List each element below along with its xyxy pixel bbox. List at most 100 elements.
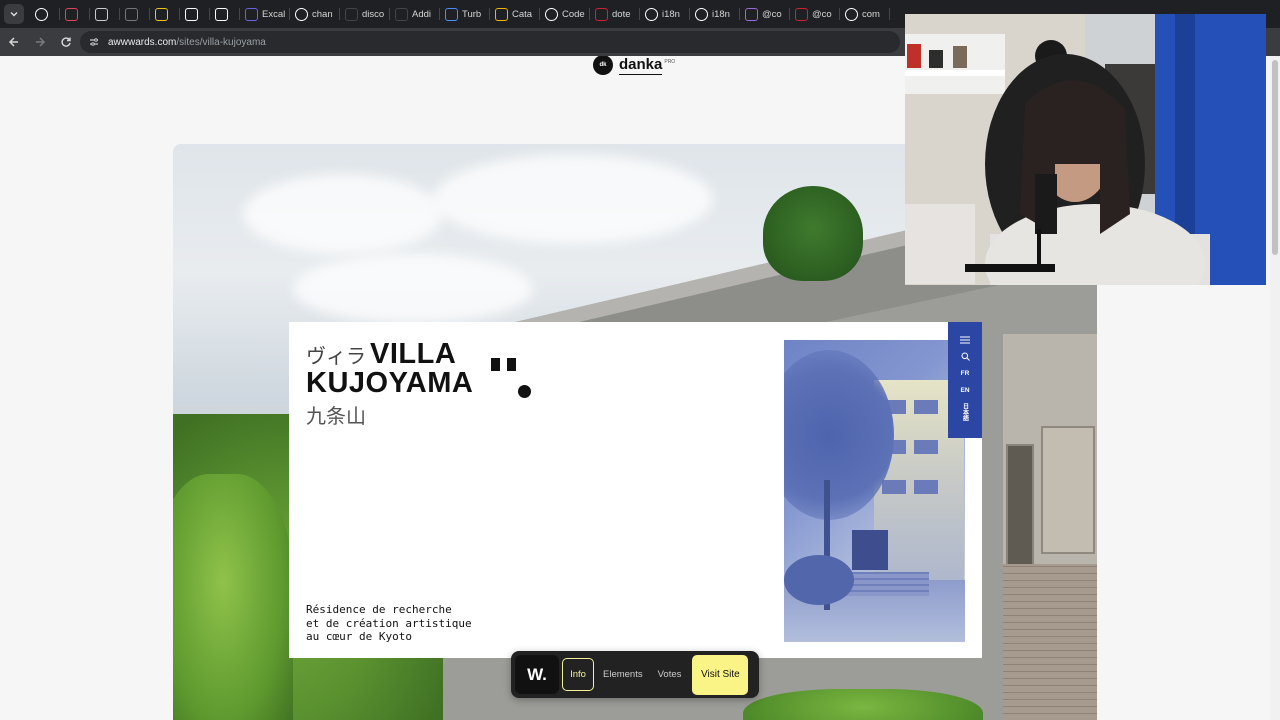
visit-site-button[interactable]: Visit Site <box>692 654 749 695</box>
lang-jp[interactable]: 日本語 <box>961 402 970 422</box>
browser-tab[interactable] <box>180 3 210 25</box>
browser-tab[interactable] <box>30 3 60 25</box>
browser-tab[interactable]: i18n <box>690 3 740 25</box>
forward-button[interactable] <box>28 30 52 54</box>
browser-tab[interactable]: com <box>840 3 890 25</box>
tab-search-button[interactable] <box>4 4 24 24</box>
lang-en[interactable]: EN <box>960 385 969 396</box>
title-line-2: KUJOYAMA <box>306 367 474 399</box>
reload-icon <box>61 37 71 47</box>
chevron-down-icon <box>10 12 18 17</box>
tab-title: i18n <box>662 8 680 20</box>
pro-badge: PRO <box>664 58 676 65</box>
site-side-nav: FR EN 日本語 <box>948 322 982 438</box>
browser-tab[interactable]: i18n <box>640 3 690 25</box>
github-icon <box>695 7 708 21</box>
trees <box>173 474 293 720</box>
tab-title: disco <box>362 8 385 20</box>
github-icon <box>35 7 48 21</box>
tab-title: Turb <box>462 8 482 20</box>
tab-list: Excal chan disco Addi Turb Cata Code dote i18n i1… <box>30 3 890 25</box>
github-icon <box>845 7 858 21</box>
building-door <box>1041 426 1095 554</box>
excalidraw-icon <box>245 7 258 21</box>
url-text: awwwards.com/sites/villa-kujoyama <box>108 37 266 48</box>
description-line: Résidence de recherche <box>306 603 452 616</box>
site-preview-card: ヴィラ VILLA KUJOYAMA 九条山 Résidence de rech… <box>289 322 982 658</box>
arrow-right-icon <box>36 37 46 47</box>
tab-title: dote <box>612 8 631 20</box>
search-button[interactable] <box>961 351 970 362</box>
app-icon <box>125 7 138 21</box>
tab-title: chan <box>312 8 333 20</box>
tab-title: @co <box>812 8 832 20</box>
info-button[interactable]: Info <box>562 658 594 691</box>
duck-icon <box>155 7 168 21</box>
url-host: awwwards.com <box>108 36 177 48</box>
tab-title: Addi <box>412 8 432 20</box>
app-icon <box>595 7 608 21</box>
lang-fr[interactable]: FR <box>961 368 970 379</box>
elements-button[interactable]: Elements <box>597 658 649 691</box>
back-button[interactable] <box>2 30 26 54</box>
scrollbar-thumb[interactable] <box>1272 60 1278 255</box>
github-icon <box>645 7 658 21</box>
app-icon <box>745 7 758 21</box>
bing-icon <box>215 7 228 21</box>
description-line: et de création artistique <box>306 616 472 630</box>
search-icon <box>961 352 970 361</box>
villa-photo <box>784 340 965 642</box>
page-scrollbar[interactable] <box>1270 56 1280 720</box>
title-kana: ヴィラ <box>306 344 366 368</box>
tab-title: Excal <box>262 8 286 20</box>
title-line-1: VILLA <box>370 338 457 370</box>
tree <box>763 186 863 281</box>
votes-button[interactable]: Votes <box>652 658 688 691</box>
awwwards-toolbar: W. Info Elements Votes Visit Site <box>511 651 759 698</box>
browser-tab[interactable] <box>90 3 120 25</box>
tab-title: com <box>862 8 880 20</box>
tab-title: Cata <box>512 8 533 20</box>
tab-title: i18n <box>712 8 730 20</box>
browser-tab[interactable]: disco <box>340 3 390 25</box>
browser-tab[interactable]: Turb <box>440 3 490 25</box>
browser-tab[interactable] <box>120 3 150 25</box>
brick-path <box>1003 564 1097 720</box>
browser-tab[interactable]: @co <box>790 3 840 25</box>
github-icon <box>545 7 558 21</box>
browser-tab[interactable]: chan <box>290 3 340 25</box>
photo-door <box>852 530 888 570</box>
app-icon <box>395 7 408 21</box>
brand-name[interactable]: danka <box>619 56 663 75</box>
browser-tab[interactable]: Code <box>540 3 590 25</box>
browser-tab[interactable]: Excal <box>240 3 290 25</box>
medium-icon <box>185 7 198 21</box>
browser-tab[interactable] <box>150 3 180 25</box>
webcam-overlay <box>905 14 1266 285</box>
logo-dot <box>518 385 531 398</box>
browser-tab[interactable]: Addi <box>390 3 440 25</box>
browser-tab[interactable] <box>210 3 240 25</box>
address-bar[interactable]: awwwards.com/sites/villa-kujoyama <box>80 31 900 53</box>
browser-tab[interactable]: @co <box>740 3 790 25</box>
arrow-left-icon <box>8 37 18 47</box>
building-window <box>1006 444 1034 584</box>
browser-tab[interactable]: dote <box>590 3 640 25</box>
url-path: /sites/villa-kujoyama <box>176 36 266 48</box>
site-settings-icon[interactable] <box>88 36 100 48</box>
brand-logo: dk <box>593 56 613 75</box>
site-title: ヴィラ VILLA KUJOYAMA 九条山 <box>306 338 531 429</box>
browser-tab[interactable]: Cata <box>490 3 540 25</box>
turbo-icon <box>445 7 458 21</box>
submitter-brand[interactable]: dk danka PRO <box>593 56 675 75</box>
tab-title: @co <box>762 8 782 20</box>
reload-button[interactable] <box>54 30 78 54</box>
awwwards-logo[interactable]: W. <box>515 655 559 694</box>
app-icon <box>65 7 78 21</box>
app-icon <box>795 7 808 21</box>
menu-button[interactable] <box>960 334 970 345</box>
browser-tab[interactable] <box>60 3 90 25</box>
app-icon <box>495 7 508 21</box>
app-icon <box>345 7 358 21</box>
trees <box>743 689 983 720</box>
